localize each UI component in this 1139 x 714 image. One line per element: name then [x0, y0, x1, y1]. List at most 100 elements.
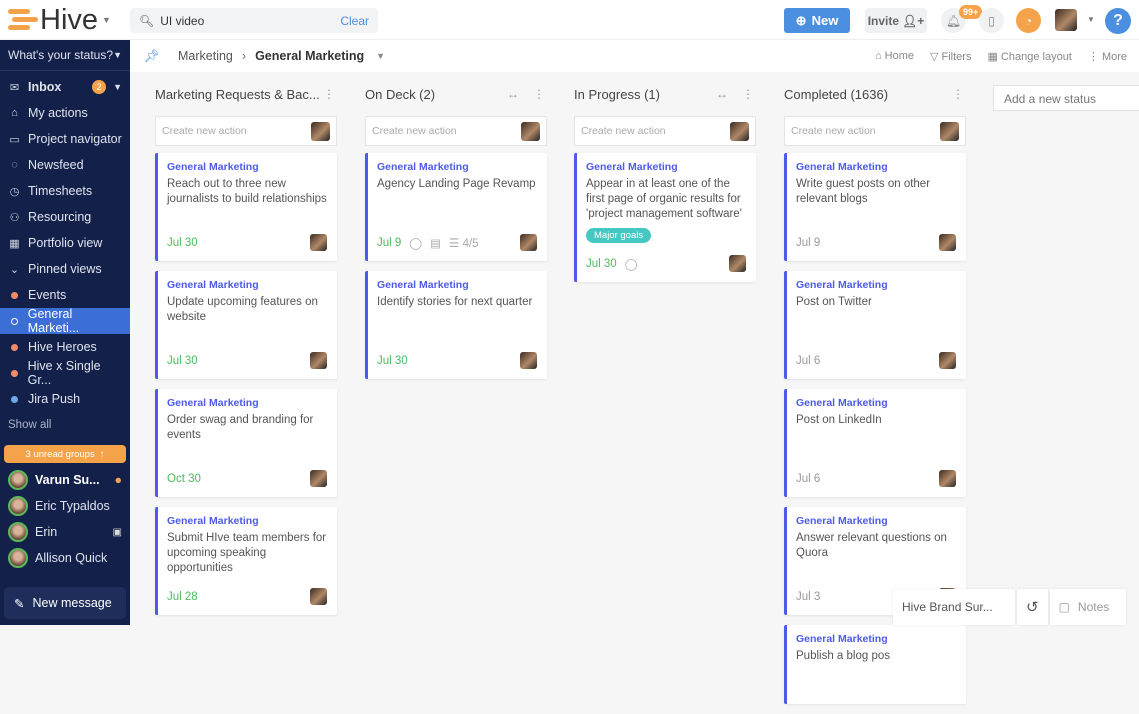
doc-tab[interactable]: Hive Brand Sur... [893, 589, 1015, 625]
card-project[interactable]: General Marketing [796, 279, 956, 291]
person-name: Erin [35, 525, 58, 539]
chat-person[interactable]: Eric Typaldos [0, 493, 130, 519]
document-icon[interactable]: ▯ [979, 8, 1004, 33]
plus-circle-icon: ⊕ [795, 12, 807, 28]
bottom-bar: Hive Brand Sur... ↺ ▢ Notes [893, 589, 1126, 625]
column-menu-icon[interactable]: ⋮ [742, 87, 754, 101]
chat-person[interactable]: Erin ▣ [0, 519, 130, 545]
card-project[interactable]: General Marketing [796, 515, 956, 527]
pinned-view-item[interactable]: Hive x Single Gr... [0, 359, 130, 387]
create-action-input[interactable]: Create new action [365, 116, 547, 146]
home-button[interactable]: ⌂ Home [875, 50, 914, 63]
sidebar-item-mail[interactable]: ✉ Inbox 2 ▼ [0, 74, 130, 100]
action-card[interactable]: General Marketing Post on LinkedIn Jul 6 [784, 389, 966, 497]
action-card[interactable]: General Marketing Order swag and branding… [155, 389, 337, 497]
assignee-avatar[interactable] [310, 234, 327, 251]
pinned-view-label: General Marketi... [27, 307, 80, 335]
expand-icon[interactable]: ↔ [716, 87, 728, 101]
create-action-placeholder: Create new action [791, 125, 876, 137]
card-project[interactable]: General Marketing [167, 279, 327, 291]
pinned-view-item[interactable]: General Marketi... [0, 307, 130, 335]
assignee-avatar[interactable] [729, 255, 746, 272]
breadcrumb-parent[interactable]: Marketing [178, 49, 233, 63]
column-menu-icon[interactable]: ⋮ [533, 87, 545, 101]
invite-button[interactable]: Invite 👤︎+ [865, 8, 927, 33]
sidebar-item-people[interactable]: ⚇ Resourcing [0, 204, 130, 230]
card-project[interactable]: General Marketing [167, 161, 327, 173]
action-card[interactable]: General Marketing Publish a blog pos [784, 625, 966, 704]
card-title: Write guest posts on other relevant blog… [796, 178, 931, 205]
create-action-input[interactable]: Create new action [784, 116, 966, 146]
card-title: Reach out to three new journalists to bu… [167, 178, 327, 205]
create-action-input[interactable]: Create new action [574, 116, 756, 146]
assignee-avatar[interactable] [310, 470, 327, 487]
card-project[interactable]: General Marketing [796, 633, 956, 645]
card-project[interactable]: General Marketing [167, 515, 327, 527]
pie-chart-icon[interactable]: ◔ [1016, 8, 1041, 33]
sidebar-item-folder[interactable]: ▭ Project navigator [0, 126, 130, 152]
card-project[interactable]: General Marketing [796, 397, 956, 409]
expand-icon[interactable]: ↔ [507, 87, 519, 101]
action-card[interactable]: General Marketing Identify stories for ne… [365, 271, 547, 379]
pinned-view-item[interactable]: Jira Push [0, 386, 130, 412]
sidebar-item-chevron-down[interactable]: ⌄ Pinned views [0, 256, 130, 282]
card-project[interactable]: General Marketing [377, 279, 537, 291]
card-project[interactable]: General Marketing [586, 161, 746, 173]
hive-logo[interactable]: Hive ▼ [8, 6, 111, 35]
new-button[interactable]: ⊕ New [784, 8, 850, 33]
action-card[interactable]: General Marketing Write guest posts on ot… [784, 153, 966, 261]
card-project[interactable]: General Marketing [796, 161, 956, 173]
column-menu-icon[interactable]: ⋮ [952, 87, 964, 101]
filters-button[interactable]: ▽ Filters [930, 50, 971, 63]
history-icon[interactable]: ↺ [1017, 589, 1048, 625]
top-header: Hive ▼ 🔍︎ UI video Clear ⊕ New Invite 👤︎+ … [0, 0, 1139, 40]
user-avatar[interactable] [1055, 9, 1077, 36]
assignee-avatar[interactable] [939, 234, 956, 251]
chat-person[interactable]: Varun Su... ● [0, 467, 130, 493]
chevron-down-icon[interactable]: ▼ [102, 15, 111, 25]
chat-person[interactable]: Allison Quick [0, 545, 130, 571]
assignee-avatar[interactable] [520, 352, 537, 369]
breadcrumb-current[interactable]: General Marketing [255, 49, 364, 63]
action-card[interactable]: General Marketing Submit HIve team member… [155, 507, 337, 615]
assignee-avatar[interactable] [520, 234, 537, 251]
help-icon[interactable]: ? [1105, 8, 1131, 34]
unread-groups-button[interactable]: 3 unread groups ↑ [4, 445, 126, 463]
notes-button[interactable]: ▢ Notes [1049, 589, 1126, 625]
clear-search-button[interactable]: Clear [340, 14, 369, 28]
new-message-button[interactable]: ✎ New message [4, 587, 126, 619]
action-card[interactable]: General Marketing Update upcoming feature… [155, 271, 337, 379]
add-status-input[interactable]: Add a new status [993, 85, 1139, 111]
sidebar-item-home[interactable]: ⌂ My actions [0, 100, 130, 126]
chevron-down-icon[interactable]: ▼ [113, 82, 122, 92]
card-title: Identify stories for next quarter [377, 296, 533, 308]
chevron-down-icon[interactable]: ▼ [376, 51, 385, 61]
action-card[interactable]: General Marketing Post on Twitter Jul 6 [784, 271, 966, 379]
assignee-avatar[interactable] [310, 588, 327, 605]
more-button[interactable]: ⋮ More [1088, 50, 1127, 63]
search-input[interactable]: 🔍︎ UI video Clear [130, 8, 378, 33]
column-menu-icon[interactable]: ⋮ [323, 87, 335, 101]
card-tag[interactable]: Major goals [586, 228, 652, 243]
assignee-avatar[interactable] [310, 352, 327, 369]
sidebar-item-grid[interactable]: ▦ Portfolio view [0, 230, 130, 256]
card-date: Jul 6 [796, 354, 821, 367]
action-card[interactable]: General Marketing Appear in at least one … [574, 153, 756, 282]
show-all-link[interactable]: Show all [0, 412, 130, 438]
card-project[interactable]: General Marketing [377, 161, 537, 173]
change-layout-button[interactable]: ▦ Change layout [987, 50, 1071, 63]
search-value[interactable]: UI video [160, 14, 204, 28]
chevron-down-icon[interactable]: ▼ [1087, 15, 1095, 24]
pinned-view-item[interactable]: Hive Heroes [0, 334, 130, 360]
pinned-view-item[interactable]: Events [0, 282, 130, 308]
action-card[interactable]: General Marketing Agency Landing Page Rev… [365, 153, 547, 261]
assignee-avatar[interactable] [939, 352, 956, 369]
action-card[interactable]: General Marketing Reach out to three new … [155, 153, 337, 261]
create-action-input[interactable]: Create new action [155, 116, 337, 146]
pin-icon[interactable]: 📌︎ [144, 49, 164, 64]
sidebar-item-clock[interactable]: ◷ Timesheets [0, 178, 130, 204]
card-project[interactable]: General Marketing [167, 397, 327, 409]
assignee-avatar[interactable] [939, 470, 956, 487]
status-selector[interactable]: What's your status? ▼ [0, 40, 130, 71]
sidebar-item-chat[interactable]: ◌ Newsfeed [0, 152, 130, 178]
